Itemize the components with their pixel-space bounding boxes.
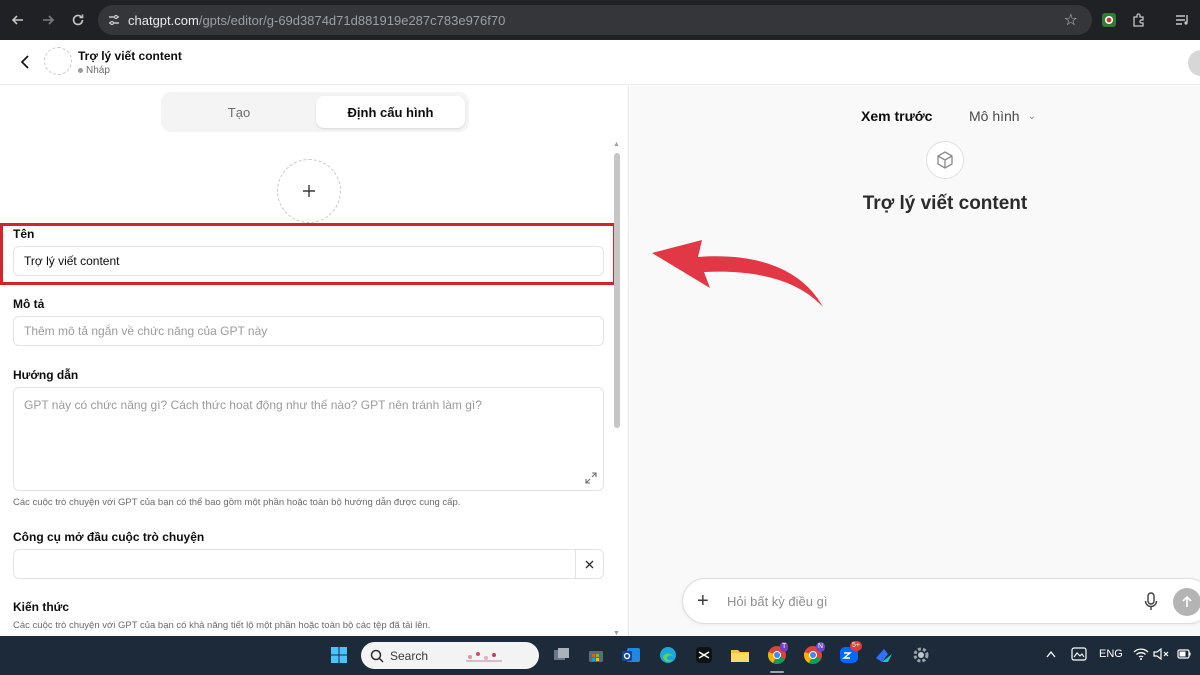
tab-configure[interactable]: Định cấu hình (316, 96, 465, 128)
preview-composer[interactable]: + Hỏi bất kỳ điều gì (682, 578, 1200, 624)
cube-icon (937, 151, 953, 169)
draft-status: Nháp (78, 65, 110, 76)
back-arrow-icon[interactable] (4, 6, 32, 34)
windows-start-icon[interactable] (328, 644, 350, 666)
description-placeholder: Thêm mô tả ngắn về chức năng của GPT này (24, 324, 268, 338)
plus-icon[interactable]: + (697, 590, 709, 612)
battery-icon[interactable] (1177, 648, 1191, 663)
knowledge-hint: Các cuộc trò chuyện với GPT của bạn có k… (13, 620, 431, 631)
chevron-down-icon: ⌄ (1027, 110, 1036, 122)
file-explorer-icon[interactable] (729, 644, 751, 666)
composer-placeholder: Hỏi bất kỳ điều gì (727, 594, 828, 609)
extensions-icon[interactable] (1129, 10, 1149, 30)
profile-avatar[interactable] (1188, 50, 1200, 76)
gpt-editor-header: Trợ lý viết content Nháp (0, 40, 1200, 85)
active-app-indicator (770, 671, 784, 673)
zalo-notification-badge: 5+ (850, 641, 862, 651)
preview-heading: Xem trước (861, 108, 933, 124)
scroll-thumb[interactable] (614, 153, 620, 428)
gpt-placeholder-avatar (926, 141, 964, 179)
back-chevron-icon[interactable] (16, 52, 34, 72)
model-label: Mô hình (969, 108, 1020, 124)
conversation-starter-input[interactable] (13, 549, 604, 579)
browser-toolbar: chatgpt.com/gpts/editor/g-69d3874d71d881… (0, 0, 1200, 40)
instructions-textarea[interactable]: GPT này có chức năng gì? Cách thức hoạt … (13, 387, 604, 491)
instructions-hint: Các cuộc trò chuyện với GPT của bạn có t… (13, 497, 461, 508)
record-extension-icon[interactable] (1099, 10, 1119, 30)
capcut-icon[interactable] (693, 644, 715, 666)
taskbar-search[interactable]: Search (361, 642, 539, 669)
preview-pane: Xem trước Mô hình ⌄ Trợ lý viết content … (630, 86, 1200, 636)
status-text: Nháp (86, 65, 110, 76)
name-field-highlight (0, 223, 616, 285)
gpt-avatar[interactable] (44, 47, 72, 75)
reload-icon[interactable] (64, 6, 92, 34)
task-view-icon[interactable] (551, 644, 573, 666)
store-icon[interactable] (585, 644, 607, 666)
url-path: /gpts/editor/g-69d3874d71d881919e287c783… (198, 12, 506, 28)
search-highlight-icon (466, 651, 503, 661)
editor-pane: Tạo Định cấu hình Tên Trợ lý viết conten… (0, 86, 629, 636)
upload-image-button[interactable] (277, 159, 341, 223)
editor-tabs: Tạo Định cấu hình (161, 92, 469, 132)
wifi-icon[interactable] (1133, 648, 1149, 663)
conversation-starters-label: Công cụ mở đầu cuộc trò chuyện (13, 530, 205, 544)
tray-chevron-up-icon[interactable] (1046, 649, 1056, 661)
tray-app-icon[interactable] (1071, 647, 1087, 664)
url-text: chatgpt.com/gpts/editor/g-69d3874d71d881… (128, 13, 505, 28)
lark-icon[interactable] (873, 644, 895, 666)
outlook-icon[interactable] (620, 644, 642, 666)
chrome-profile-badge-t: T (780, 642, 789, 652)
instructions-placeholder: GPT này có chức năng gì? Cách thức hoạt … (24, 398, 482, 412)
annotation-arrow-icon (652, 240, 823, 307)
site-settings-icon[interactable] (100, 13, 128, 27)
media-controls-icon[interactable] (1172, 10, 1192, 30)
knowledge-label: Kiến thức (13, 600, 70, 614)
close-icon (585, 560, 594, 568)
volume-muted-icon[interactable] (1153, 647, 1169, 663)
arrow-up-icon (1182, 596, 1192, 607)
model-selector[interactable]: Mô hình ⌄ (969, 108, 1036, 124)
taskbar-search-label: Search (390, 648, 429, 663)
search-icon (370, 649, 384, 663)
remove-starter-button[interactable] (575, 550, 603, 578)
bookmark-star-icon[interactable]: ☆ (1064, 10, 1078, 30)
send-button[interactable] (1173, 588, 1200, 616)
expand-icon[interactable] (585, 472, 597, 484)
description-input[interactable]: Thêm mô tả ngắn về chức năng của GPT này (13, 316, 604, 346)
scroll-up-arrow-icon[interactable]: ▲ (613, 141, 620, 148)
address-bar[interactable]: chatgpt.com/gpts/editor/g-69d3874d71d881… (98, 5, 1092, 35)
gpt-name-header: Trợ lý viết content (78, 49, 182, 63)
url-host: chatgpt.com (128, 12, 199, 28)
status-dot-icon (78, 68, 83, 73)
settings-gear-icon[interactable] (910, 644, 932, 666)
windows-taskbar: Search T N 5+ ENG (0, 636, 1200, 675)
instructions-label: Hướng dẫn (13, 368, 79, 382)
microphone-icon[interactable] (1143, 592, 1159, 612)
description-label: Mô tả (13, 297, 45, 311)
plus-icon (303, 185, 315, 197)
edge-icon[interactable] (657, 644, 679, 666)
preview-gpt-title: Trợ lý viết content (862, 193, 1028, 214)
forward-arrow-icon[interactable] (34, 6, 62, 34)
language-indicator[interactable]: ENG (1099, 648, 1123, 660)
tab-create[interactable]: Tạo (165, 96, 313, 128)
editor-scrollbar[interactable]: ▲ ▼ (612, 141, 622, 636)
chrome-profile-badge-n: N (816, 642, 826, 652)
